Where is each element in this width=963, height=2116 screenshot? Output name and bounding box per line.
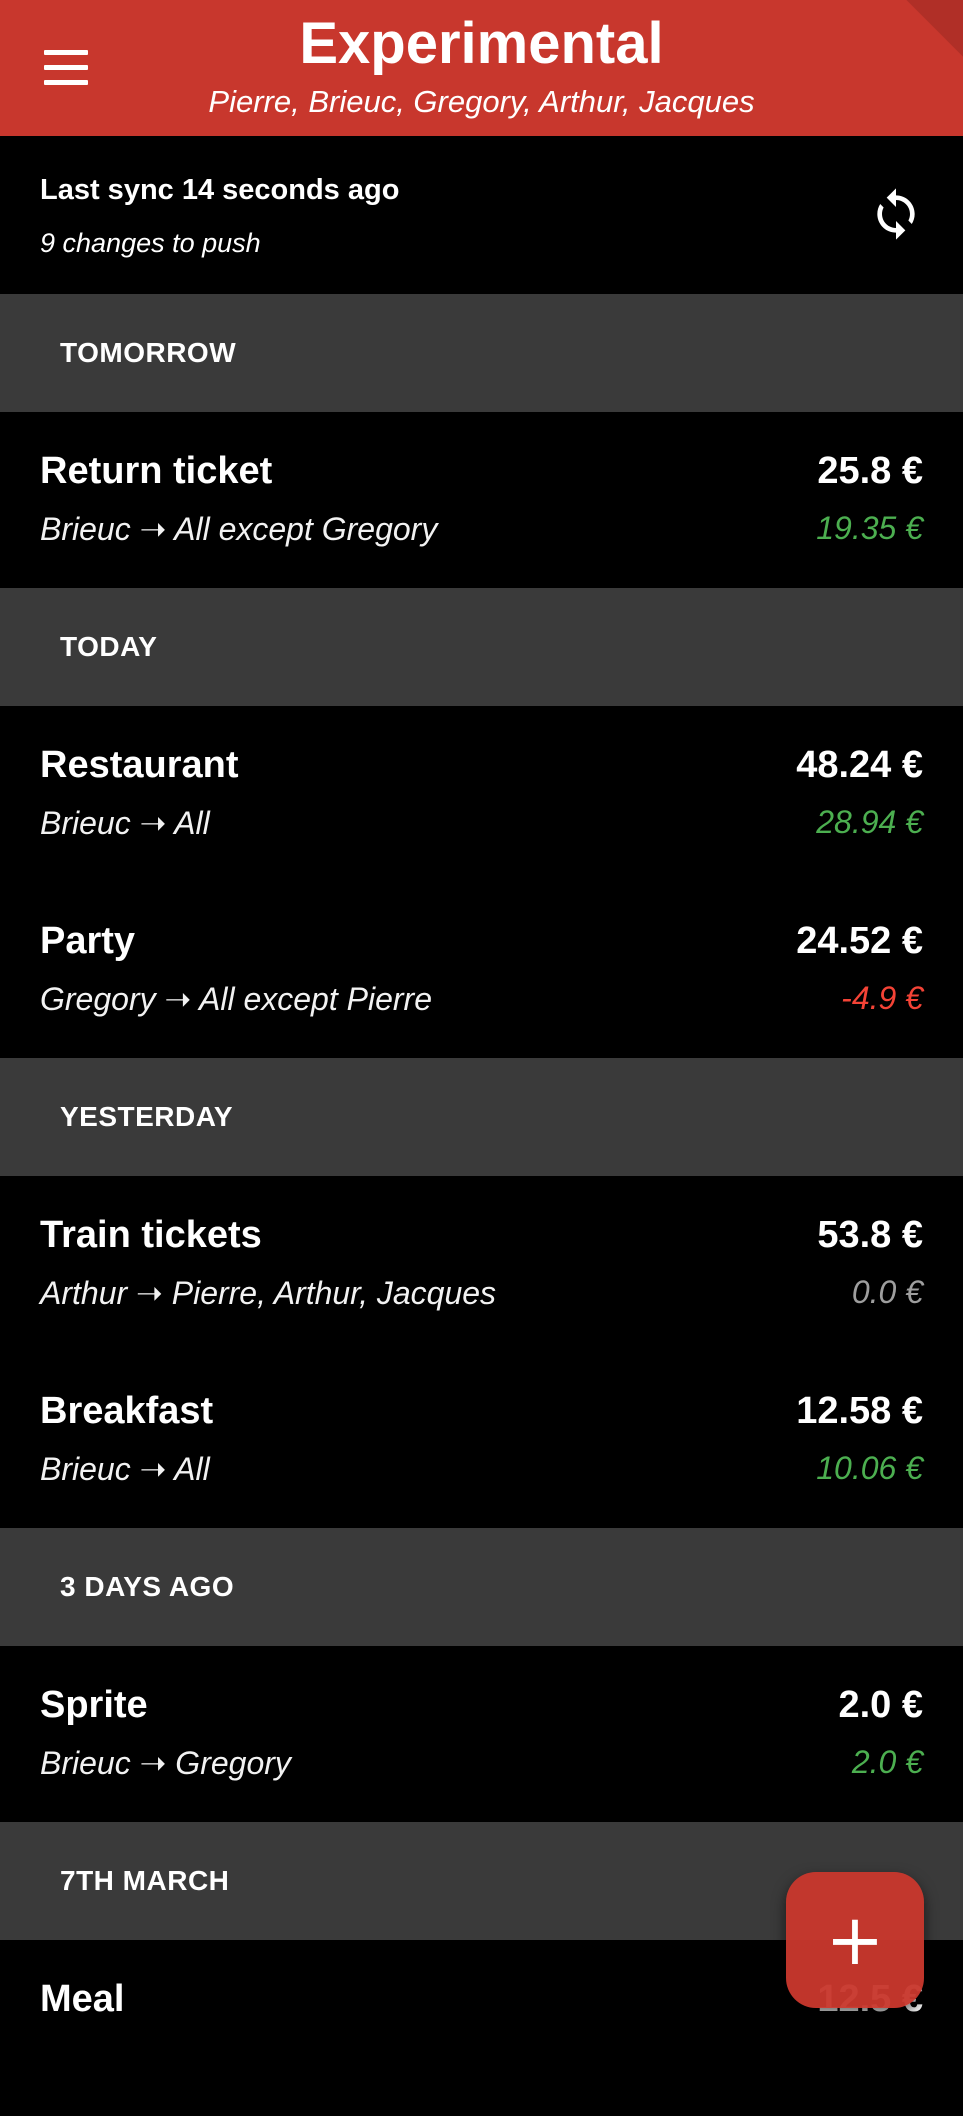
expense-participants: Gregory ➝ All except Pierre xyxy=(40,981,432,1017)
expense-balance: -4.9 € xyxy=(841,980,923,1016)
expense-amount: 24.52 € xyxy=(796,920,923,962)
expense-item[interactable]: Sprite Brieuc ➝ Gregory 2.0 € 2.0 € xyxy=(0,1646,963,1822)
expense-list: TOMORROW Return ticket Brieuc ➝ All except… xyxy=(0,294,963,2116)
section-header-label: TOMORROW xyxy=(60,337,237,368)
expense-item[interactable]: Return ticket Brieuc ➝ All except Gregory… xyxy=(0,412,963,588)
pending-changes-text: 9 changes to push xyxy=(40,228,261,258)
expense-amount: 12.58 € xyxy=(796,1390,923,1432)
expense-name: Return ticket xyxy=(40,450,273,492)
expense-amount: 25.8 € xyxy=(817,450,923,492)
expense-name: Party xyxy=(40,920,136,962)
expense-balance: 10.06 € xyxy=(816,1450,923,1486)
expense-amount: 2.0 € xyxy=(838,1684,923,1726)
expense-item[interactable]: Train tickets Arthur ➝ Pierre, Arthur, Ja… xyxy=(0,1176,963,1352)
page-subtitle: Pierre, Brieuc, Gregory, Arthur, Jacques xyxy=(208,84,755,119)
expense-item[interactable]: Party Gregory ➝ All except Pierre 24.52 € -… xyxy=(0,882,963,1058)
expense-name: Sprite xyxy=(40,1684,148,1726)
section-header: 3 DAYS AGO xyxy=(0,1528,963,1646)
expense-balance: 19.35 € xyxy=(816,510,923,546)
section-header: TOMORROW xyxy=(0,294,963,412)
section-header: YESTERDAY xyxy=(0,1058,963,1176)
expense-name: Train tickets xyxy=(40,1214,262,1256)
sync-status-bar: Last sync 14 seconds ago 9 changes to pu… xyxy=(0,136,963,294)
add-expense-button[interactable]: + xyxy=(786,1872,924,2008)
expense-participants: Brieuc ➝ All except Gregory xyxy=(40,511,438,547)
expense-participants: Brieuc ➝ All xyxy=(40,805,210,841)
expense-item[interactable]: Breakfast Brieuc ➝ All 12.58 € 10.06 € xyxy=(0,1352,963,1528)
plus-icon: + xyxy=(825,1899,885,1981)
section-header-label: TODAY xyxy=(60,631,158,662)
section-header: TODAY xyxy=(0,588,963,706)
app-bar: Experimental Pierre, Brieuc, Gregory, Ar… xyxy=(0,0,963,136)
expense-amount: 48.24 € xyxy=(796,744,923,786)
page-title: Experimental xyxy=(299,11,664,76)
expense-balance: 0.0 € xyxy=(851,1274,923,1310)
expense-item[interactable]: Restaurant Brieuc ➝ All 48.24 € 28.94 € xyxy=(0,706,963,882)
expense-balance: 28.94 € xyxy=(816,804,923,840)
expense-participants: Brieuc ➝ All xyxy=(40,1451,210,1487)
expense-name: Restaurant xyxy=(40,744,239,786)
section-header-label: 7TH MARCH xyxy=(60,1865,230,1896)
section-header-label: YESTERDAY xyxy=(60,1101,234,1132)
expense-balance: 2.0 € xyxy=(851,1744,923,1780)
expense-participants: Arthur ➝ Pierre, Arthur, Jacques xyxy=(40,1275,497,1311)
expense-name: Breakfast xyxy=(40,1390,214,1432)
expense-participants: Brieuc ➝ Gregory xyxy=(40,1745,291,1781)
section-header-label: 3 DAYS AGO xyxy=(60,1571,235,1602)
expense-name: Meal xyxy=(40,1978,125,2020)
last-sync-text: Last sync 14 seconds ago xyxy=(40,174,400,206)
sync-icon[interactable] xyxy=(868,184,924,244)
expense-amount: 53.8 € xyxy=(817,1214,923,1256)
